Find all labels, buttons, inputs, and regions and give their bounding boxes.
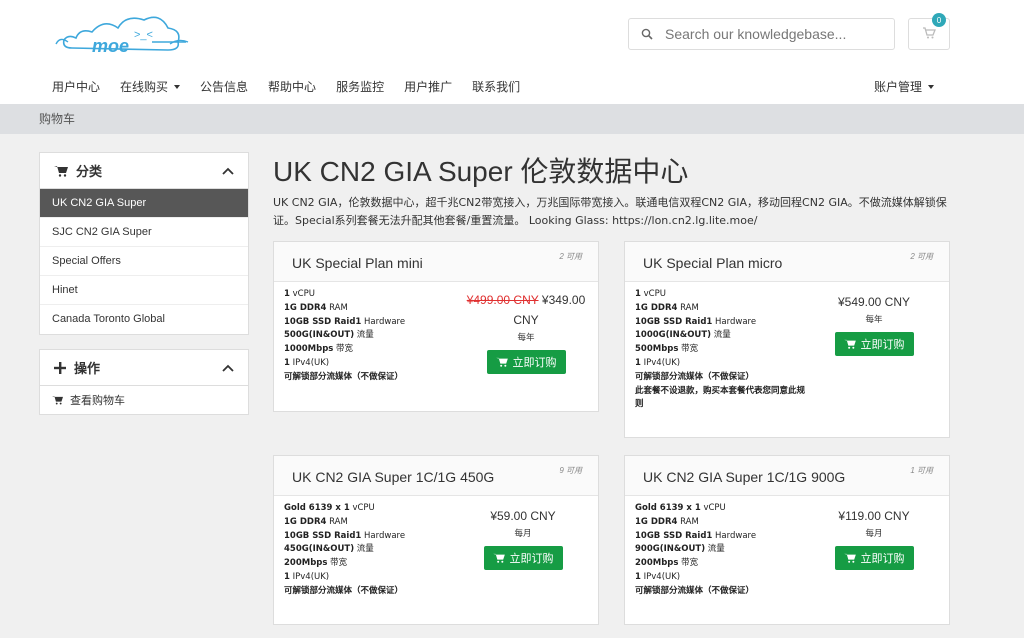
product-card: UK CN2 GIA Super 1C/1G 450G 9 可用 Gold 61… xyxy=(273,455,599,625)
billing-cycle: 每年 xyxy=(517,332,535,342)
product-name: UK Special Plan mini 2 可用 xyxy=(274,242,598,282)
order-now-button[interactable]: 立即订购 xyxy=(834,546,914,570)
order-now-button[interactable]: 立即订购 xyxy=(834,332,914,356)
original-price: ¥499.00 CNY xyxy=(466,293,539,307)
feature-list: 1 vCPU 1G DDR4 RAM 10GB SSD Raid1 Hardwa… xyxy=(284,289,406,382)
price-block: ¥499.00 CNY ¥349.00 CNY 每年 立即订购 xyxy=(456,290,596,374)
cart-icon xyxy=(52,396,63,405)
nav-affiliates[interactable]: 用户推广 xyxy=(394,72,462,102)
price: ¥119.00 CNY xyxy=(838,509,910,523)
svg-text:>_<: >_< xyxy=(134,29,153,41)
nav-help-center[interactable]: 帮助中心 xyxy=(258,72,326,102)
account-menu[interactable]: 账户管理 xyxy=(874,72,935,102)
availability-count: 1 可用 xyxy=(910,466,933,475)
cart-icon xyxy=(492,553,505,563)
product-name: UK CN2 GIA Super 1C/1G 450G 9 可用 xyxy=(274,456,598,496)
billing-cycle: 每年 xyxy=(865,314,883,324)
nav-service-monitor[interactable]: 服务监控 xyxy=(326,72,394,102)
cart-icon xyxy=(54,165,68,177)
price-block: ¥59.00 CNY 每月 立即订购 xyxy=(458,506,588,570)
cart-icon xyxy=(843,553,856,563)
availability-count: 2 可用 xyxy=(559,252,582,261)
cart-icon xyxy=(843,339,856,349)
nav-announcements[interactable]: 公告信息 xyxy=(190,72,258,102)
order-now-button[interactable]: 立即订购 xyxy=(483,546,563,570)
cart-icon xyxy=(495,357,508,367)
feature-list: Gold 6139 x 1 vCPU 1G DDR4 RAM 10GB SSD … xyxy=(635,503,757,596)
main-nav: 用户中心 在线购买 公告信息 帮助中心 服务监控 用户推广 联系我们 xyxy=(42,72,530,102)
categories-panel: 分类 UK CN2 GIA Super SJC CN2 GIA Super Sp… xyxy=(39,152,249,335)
availability-count: 9 可用 xyxy=(559,466,582,475)
nav-contact[interactable]: 联系我们 xyxy=(462,72,530,102)
price-block: ¥119.00 CNY 每月 立即订购 xyxy=(809,506,939,570)
product-card: UK Special Plan mini 2 可用 1 vCPU 1G DDR4… xyxy=(273,241,599,412)
availability-count: 2 可用 xyxy=(910,252,933,261)
product-name: UK CN2 GIA Super 1C/1G 900G 1 可用 xyxy=(625,456,949,496)
caret-down-icon xyxy=(174,85,181,89)
category-uk-cn2-gia-super[interactable]: UK CN2 GIA Super xyxy=(40,189,248,218)
categories-header[interactable]: 分类 xyxy=(40,153,248,189)
category-sjc-cn2-gia-super[interactable]: SJC CN2 GIA Super xyxy=(40,218,248,247)
nav-online-purchase[interactable]: 在线购买 xyxy=(110,72,190,102)
cart-icon xyxy=(922,26,936,42)
actions-panel: 操作 查看购物车 xyxy=(39,349,249,415)
price: ¥549.00 CNY xyxy=(837,295,911,309)
billing-cycle: 每月 xyxy=(865,528,883,538)
price: ¥59.00 CNY xyxy=(490,509,556,523)
order-now-button[interactable]: 立即订购 xyxy=(486,350,566,374)
feature-list: 1 vCPU 1G DDR4 RAM 10GB SSD Raid1 Hardwa… xyxy=(635,289,806,410)
actions-header[interactable]: 操作 xyxy=(40,350,248,386)
search-icon xyxy=(629,28,665,40)
search-input[interactable] xyxy=(665,26,885,42)
cloud-logo-icon: moe >_< xyxy=(55,16,189,56)
page-title: UK CN2 GIA Super 伦敦数据中心 xyxy=(273,156,689,187)
category-description: UK CN2 GIA，伦敦数据中心，超千兆CN2带宽接入，万兆国际带宽接入。联通… xyxy=(273,196,947,227)
cart-count-badge: 0 xyxy=(932,13,946,27)
product-card: UK Special Plan micro 2 可用 1 vCPU 1G DDR… xyxy=(624,241,950,438)
category-canada-toronto-global[interactable]: Canada Toronto Global xyxy=(40,305,248,334)
chevron-up-icon[interactable] xyxy=(222,364,234,372)
feature-list: Gold 6139 x 1 vCPU 1G DDR4 RAM 10GB SSD … xyxy=(284,503,406,596)
knowledgebase-search[interactable] xyxy=(628,18,895,50)
plus-icon xyxy=(54,361,66,374)
billing-cycle: 每月 xyxy=(514,528,532,538)
cart-button[interactable]: 0 xyxy=(908,13,950,50)
caret-down-icon xyxy=(928,85,935,89)
category-special-offers[interactable]: Special Offers xyxy=(40,247,248,276)
product-card: UK CN2 GIA Super 1C/1G 900G 1 可用 Gold 61… xyxy=(624,455,950,625)
site-logo[interactable]: moe >_< xyxy=(52,8,192,64)
view-cart-link[interactable]: 查看购物车 xyxy=(40,386,248,414)
breadcrumb: 购物车 xyxy=(0,104,1024,134)
chevron-up-icon[interactable] xyxy=(222,167,234,175)
nav-user-center[interactable]: 用户中心 xyxy=(42,72,110,102)
product-name: UK Special Plan micro 2 可用 xyxy=(625,242,949,282)
price-block: ¥549.00 CNY 每年 立即订购 xyxy=(809,292,939,356)
top-bar: moe >_< 0 用户中心 在线购买 公告信息 帮助中心 服务监控 用户推广 … xyxy=(0,0,1024,104)
category-hinet[interactable]: Hinet xyxy=(40,276,248,305)
logo-text: moe xyxy=(92,36,129,56)
